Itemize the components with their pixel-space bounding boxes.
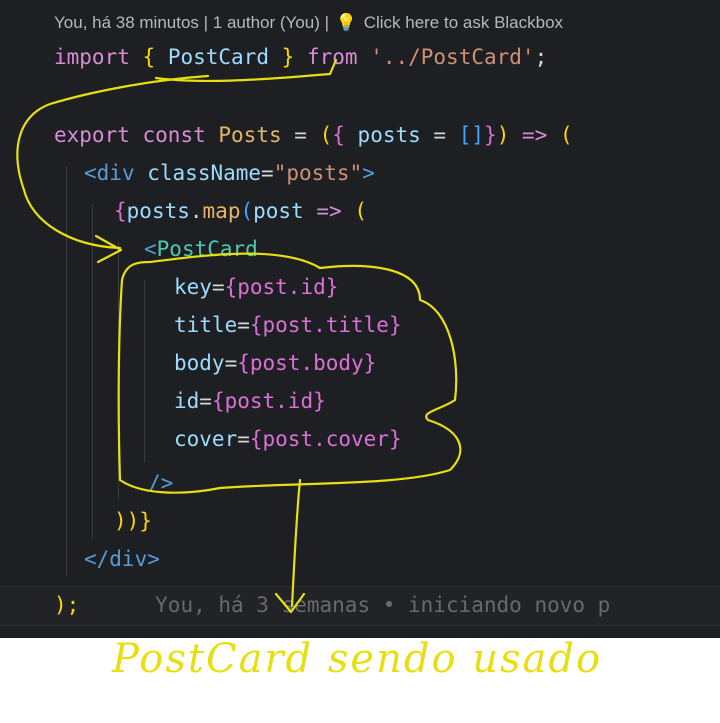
indent-guide bbox=[118, 242, 119, 500]
indent-guide bbox=[66, 166, 67, 576]
code-line-3[interactable]: export const Posts = ({ posts = []}) => … bbox=[54, 116, 573, 154]
codelens-bar: You, há 38 minutos | 1 author (You) | 💡 … bbox=[54, 10, 563, 36]
code-line-4[interactable]: <div className="posts"> bbox=[84, 154, 375, 192]
postcard-component: PostCard bbox=[156, 237, 258, 261]
code-editor[interactable]: You, há 38 minutos | 1 author (You) | 💡 … bbox=[0, 0, 720, 638]
prop-line[interactable]: key={post.id} bbox=[174, 268, 338, 306]
code-line-13[interactable]: ))} bbox=[114, 502, 152, 540]
prop-line[interactable]: body={post.body} bbox=[174, 344, 376, 382]
postcard-import: PostCard bbox=[167, 45, 269, 69]
prop-line[interactable]: id={post.id} bbox=[174, 382, 326, 420]
lightbulb-icon: 💡 bbox=[335, 13, 357, 32]
code-line-12[interactable]: /> bbox=[148, 464, 173, 502]
code-line-6[interactable]: <PostCard bbox=[144, 230, 258, 268]
code-line-15[interactable]: ); You, há 3 semanas • iniciando novo p bbox=[54, 586, 610, 624]
code-line-14[interactable]: </div> bbox=[84, 540, 160, 578]
handwritten-note: PostCard sendo usado bbox=[112, 636, 603, 682]
ask-blackbox-link[interactable]: Click here to ask Blackbox bbox=[364, 13, 563, 32]
prop-line[interactable]: title={post.title} bbox=[174, 306, 402, 344]
prop-line[interactable]: cover={post.cover} bbox=[174, 420, 402, 458]
indent-guide bbox=[92, 204, 93, 538]
codelens-blame: You, há 38 minutos | 1 author (You) | bbox=[54, 13, 330, 32]
code-line-5[interactable]: {posts.map(post => ( bbox=[114, 192, 367, 230]
indent-guide bbox=[144, 280, 145, 462]
inline-blame: You, há 3 semanas • iniciando novo p bbox=[155, 593, 611, 617]
code-line-1[interactable]: import { PostCard } from '../PostCard'; bbox=[54, 38, 547, 76]
